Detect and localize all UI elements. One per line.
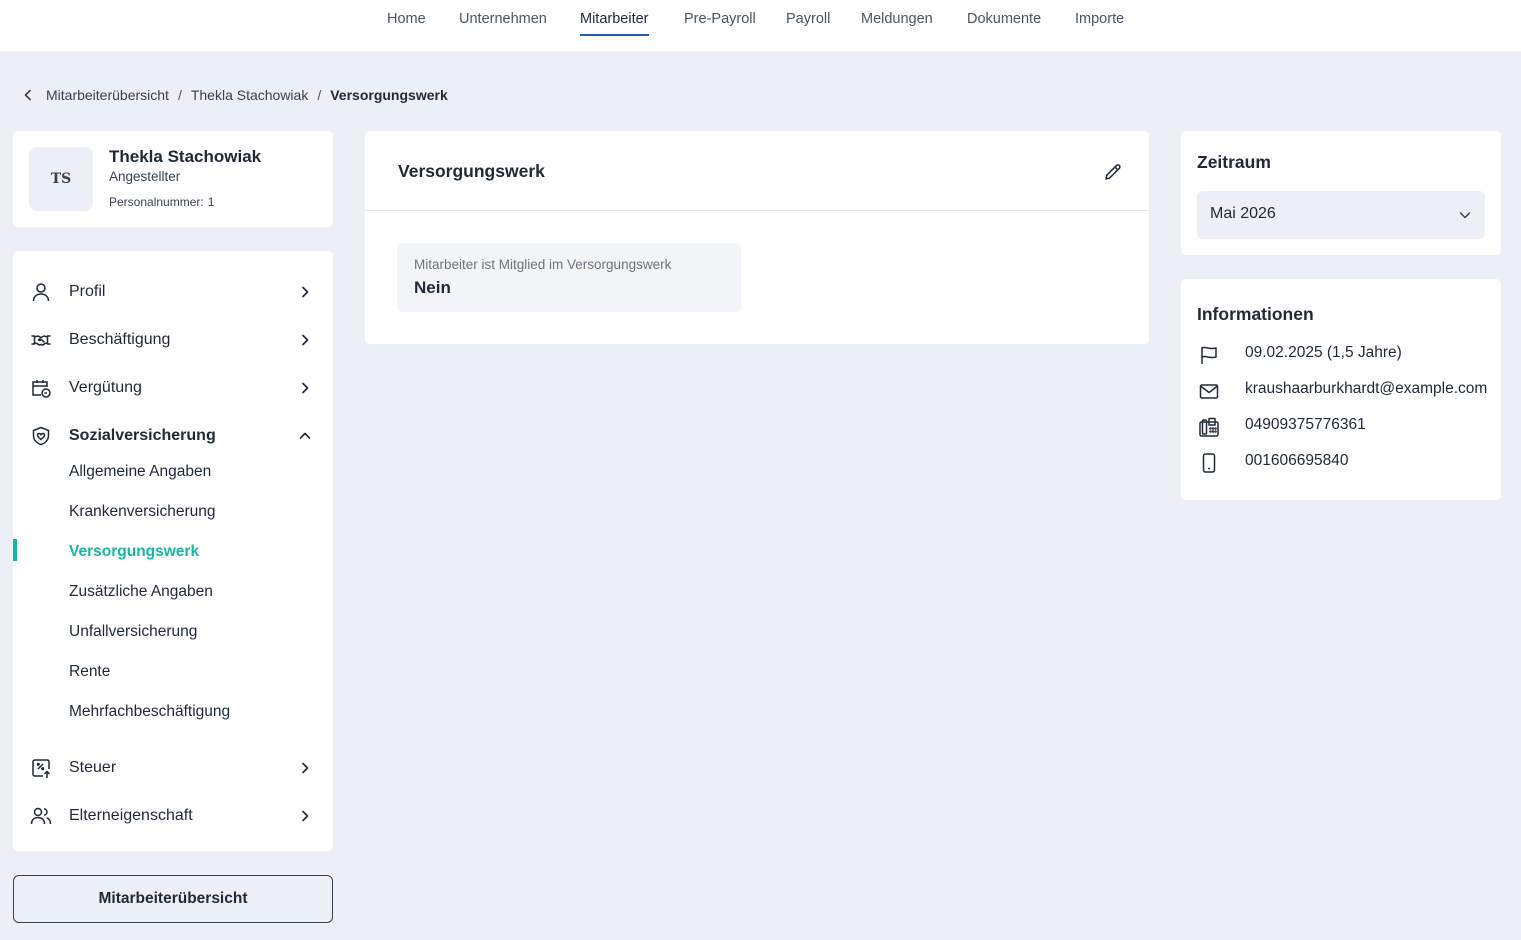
sidebar-subitem-versorgungswerk[interactable]: Versorgungswerk bbox=[13, 536, 333, 568]
handshake-icon bbox=[30, 329, 52, 351]
breadcrumb-current: Versorgungswerk bbox=[330, 87, 448, 103]
nav-pre-payroll[interactable]: Pre-Payroll bbox=[684, 11, 756, 36]
personnel-number-label: Personalnummer: bbox=[109, 195, 204, 209]
breadcrumb-mitarbeiteruebersicht[interactable]: Mitarbeiterübersicht bbox=[46, 87, 169, 103]
tax-icon bbox=[30, 757, 52, 779]
info-text: 001606695840 bbox=[1245, 452, 1349, 469]
side-navigation: Profil Beschäftigung Vergütung Sozialver… bbox=[13, 251, 333, 851]
flag-icon bbox=[1197, 343, 1221, 367]
field-label: Mitarbeiter ist Mitglied im Versorgungsw… bbox=[414, 257, 672, 272]
employee-role: Angestellter bbox=[109, 169, 181, 184]
user-icon bbox=[30, 281, 52, 303]
profile-card: TS Thekla Stachowiak Angestellter Person… bbox=[13, 131, 333, 227]
sidebar-subitem-label: Rente bbox=[69, 663, 111, 680]
sidebar-subitem-allgemeine-angaben[interactable]: Allgemeine Angaben bbox=[13, 456, 333, 488]
sidebar-subitem-label: Versorgungswerk bbox=[69, 543, 200, 560]
sidebar-subitem-label: Krankenversicherung bbox=[69, 503, 216, 520]
informationen-title: Informationen bbox=[1197, 304, 1314, 324]
nav-mitarbeiter[interactable]: Mitarbeiter bbox=[580, 11, 649, 36]
nav-payroll[interactable]: Payroll bbox=[786, 11, 830, 36]
sidebar-subitem-krankenversicherung[interactable]: Krankenversicherung bbox=[13, 496, 333, 528]
sidebar-subitem-mehrfachbeschaeftigung[interactable]: Mehrfachbeschäftigung bbox=[13, 696, 333, 728]
chevron-right-icon bbox=[297, 760, 313, 776]
calendar-money-icon bbox=[30, 377, 52, 399]
info-row-entry-date: 09.02.2025 (1,5 Jahre) bbox=[1197, 343, 1497, 367]
info-row-email: kraushaarburkhardt@example.com bbox=[1197, 379, 1497, 403]
top-navigation: Home Unternehmen Mitarbeiter Pre-Payroll… bbox=[0, 0, 1521, 51]
versorgungswerk-card: Versorgungswerk Mitarbeiter ist Mitglied… bbox=[365, 131, 1149, 344]
nav-importe[interactable]: Importe bbox=[1075, 11, 1124, 36]
nav-dokumente[interactable]: Dokumente bbox=[967, 11, 1041, 36]
pencil-icon[interactable] bbox=[1102, 161, 1124, 183]
mail-icon bbox=[1197, 379, 1221, 403]
informationen-card: Informationen 09.02.2025 (1,5 Jahre) kra… bbox=[1181, 279, 1501, 500]
personnel-number: Personalnummer: 1 bbox=[109, 195, 214, 209]
mobile-phone-icon bbox=[1197, 451, 1221, 475]
sidebar-item-label: Elterneigenschaft bbox=[69, 807, 193, 824]
sidebar-subitem-label: Mehrfachbeschäftigung bbox=[69, 703, 231, 720]
section-title: Versorgungswerk bbox=[398, 161, 545, 181]
employee-name: Thekla Stachowiak bbox=[109, 147, 262, 166]
nav-home[interactable]: Home bbox=[387, 11, 426, 36]
chevron-left-icon[interactable] bbox=[20, 87, 36, 103]
sidebar-item-steuer[interactable]: Steuer bbox=[13, 748, 333, 788]
sidebar-item-label: Profil bbox=[69, 283, 106, 300]
chevron-right-icon bbox=[297, 284, 313, 300]
sidebar-item-profil[interactable]: Profil bbox=[13, 272, 333, 312]
avatar: TS bbox=[29, 147, 93, 211]
zeitraum-title: Zeitraum bbox=[1197, 152, 1271, 172]
info-row-mobile: 001606695840 bbox=[1197, 451, 1497, 475]
sidebar-item-label: Steuer bbox=[69, 759, 117, 776]
sidebar-item-elterneigenschaft[interactable]: Elterneigenschaft bbox=[13, 796, 333, 836]
chevron-right-icon bbox=[297, 380, 313, 396]
sidebar-subitem-label: Allgemeine Angaben bbox=[69, 463, 212, 480]
chevron-right-icon bbox=[297, 332, 313, 348]
breadcrumb-separator: / bbox=[177, 87, 182, 103]
zeitraum-selected-value: Mai 2026 bbox=[1210, 205, 1276, 222]
breadcrumb-separator: / bbox=[317, 87, 322, 103]
zeitraum-select[interactable]: Mai 2026 bbox=[1197, 191, 1485, 239]
sidebar-subitem-label: Zusätzliche Angaben bbox=[69, 583, 213, 600]
sidebar-subitem-label: Unfallversicherung bbox=[69, 623, 198, 640]
sidebar-subitem-unfallversicherung[interactable]: Unfallversicherung bbox=[13, 616, 333, 648]
users-icon bbox=[30, 805, 52, 827]
mitarbeiteruebersicht-button[interactable]: Mitarbeiterübersicht bbox=[13, 875, 333, 923]
chevron-right-icon bbox=[297, 808, 313, 824]
sidebar-item-label: Vergütung bbox=[69, 379, 142, 396]
info-text: 09.02.2025 (1,5 Jahre) bbox=[1245, 344, 1402, 361]
personnel-number-value: 1 bbox=[207, 195, 215, 209]
nav-meldungen[interactable]: Meldungen bbox=[861, 11, 933, 36]
info-text[interactable]: kraushaarburkhardt@example.com bbox=[1245, 380, 1487, 398]
breadcrumb: Mitarbeiterübersicht / Thekla Stachowiak… bbox=[20, 86, 448, 104]
breadcrumb-employee[interactable]: Thekla Stachowiak bbox=[191, 87, 309, 103]
shield-heart-icon bbox=[30, 425, 52, 447]
sidebar-item-label: Sozialversicherung bbox=[69, 427, 216, 444]
nav-unternehmen[interactable]: Unternehmen bbox=[459, 11, 547, 36]
info-row-phone: 04909375776361 bbox=[1197, 415, 1497, 439]
sidebar-item-label: Beschäftigung bbox=[69, 331, 171, 348]
zeitraum-card: Zeitraum Mai 2026 bbox=[1181, 131, 1501, 255]
divider bbox=[365, 210, 1149, 211]
phone-landline-icon bbox=[1197, 415, 1221, 439]
sidebar-item-verguetung[interactable]: Vergütung bbox=[13, 368, 333, 408]
chevron-down-icon bbox=[1457, 207, 1473, 223]
chevron-up-icon bbox=[297, 428, 313, 444]
sidebar-subitem-rente[interactable]: Rente bbox=[13, 656, 333, 688]
versorgungswerk-field: Mitarbeiter ist Mitglied im Versorgungsw… bbox=[397, 243, 741, 312]
sidebar-item-beschaeftigung[interactable]: Beschäftigung bbox=[13, 320, 333, 360]
field-value: Nein bbox=[414, 278, 451, 297]
info-text: 04909375776361 bbox=[1245, 416, 1366, 433]
sidebar-subitem-zusaetzliche-angaben[interactable]: Zusätzliche Angaben bbox=[13, 576, 333, 608]
sidebar-item-sozialversicherung[interactable]: Sozialversicherung bbox=[13, 416, 333, 456]
